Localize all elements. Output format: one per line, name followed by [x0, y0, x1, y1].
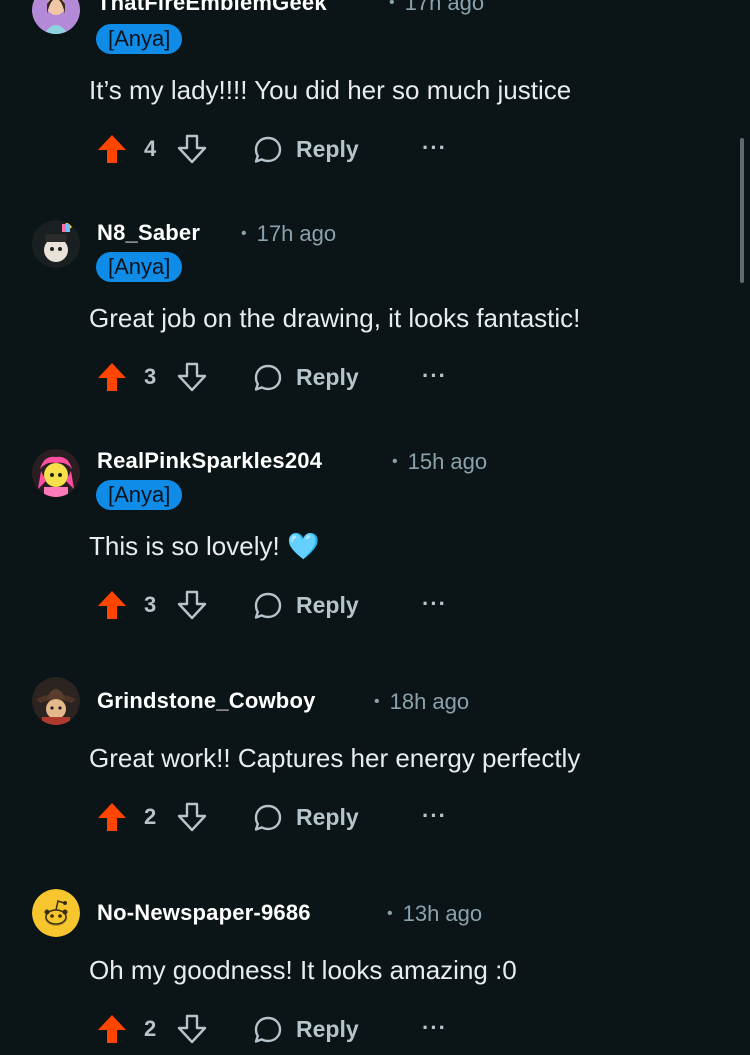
comment: No-Newspaper-9686 • 13h ago Oh my goodnes… — [0, 0, 740, 1055]
upvote-icon[interactable] — [96, 1013, 128, 1045]
user-avatar[interactable] — [32, 889, 80, 937]
more-options-button[interactable]: ··· — [422, 1015, 447, 1041]
username[interactable]: No-Newspaper-9686 — [97, 900, 311, 926]
reply-label: Reply — [296, 1016, 359, 1042]
comment-timestamp: • 13h ago — [387, 901, 483, 926]
snoo-icon — [32, 889, 80, 937]
comment-actions: 2 Reply ··· — [96, 1010, 456, 1050]
vote-count: 2 — [144, 1016, 157, 1041]
downvote-icon[interactable] — [176, 1013, 208, 1045]
scrollbar[interactable] — [740, 138, 744, 283]
reply-button[interactable]: Reply — [252, 1010, 372, 1050]
comment-text: Oh my goodness! It looks amazing :0 — [89, 955, 517, 985]
comment-bubble-icon — [254, 1016, 282, 1043]
